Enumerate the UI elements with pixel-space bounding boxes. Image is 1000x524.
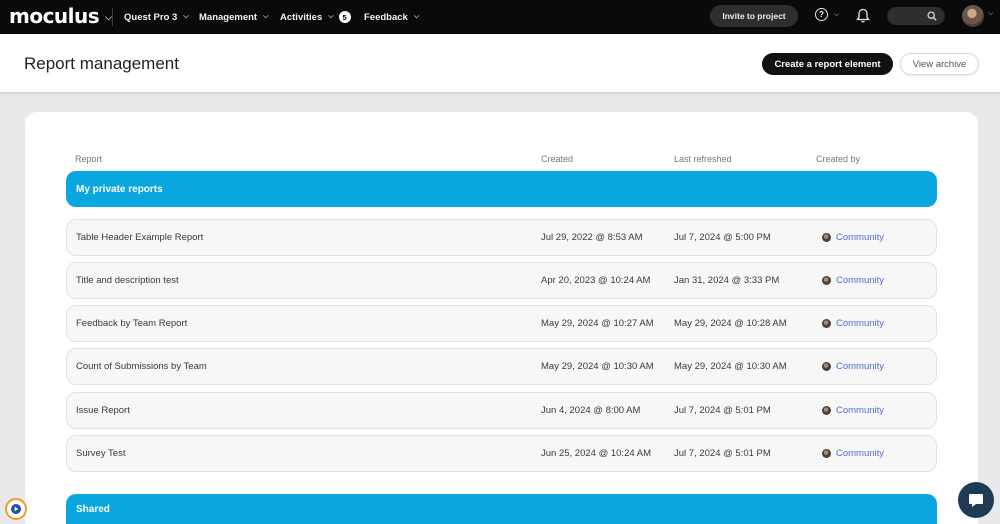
logo-text: moculus: [9, 4, 100, 28]
report-name: Table Header Example Report: [76, 232, 204, 243]
column-header-report[interactable]: Report: [75, 154, 102, 164]
app-logo[interactable]: moculus ⌵: [9, 4, 112, 28]
activities-label: Activities: [280, 11, 323, 23]
help-menu[interactable]: ? ⌵: [815, 8, 839, 21]
created-by-link[interactable]: Community: [836, 405, 884, 416]
feedback-label: Feedback: [364, 11, 408, 23]
table-row[interactable]: Feedback by Team Report May 29, 2024 @ 1…: [66, 305, 937, 342]
report-name: Title and description test: [76, 275, 179, 286]
created-date: Apr 20, 2023 @ 10:24 AM: [541, 275, 651, 286]
user-avatar: [822, 406, 831, 415]
user-avatar: [822, 319, 831, 328]
page-title: Report management: [24, 54, 179, 73]
management-label: Management: [199, 11, 258, 23]
created-by[interactable]: Community: [822, 220, 884, 255]
refreshed-date: May 29, 2024 @ 10:28 AM: [674, 318, 787, 329]
user-avatar: [822, 233, 831, 242]
created-by[interactable]: Community: [822, 436, 884, 471]
corner-app-icon[interactable]: [5, 498, 27, 520]
refreshed-date: May 29, 2024 @ 10:30 AM: [674, 361, 787, 372]
created-date: Jun 4, 2024 @ 8:00 AM: [541, 405, 641, 416]
view-archive-button[interactable]: View archive: [900, 53, 979, 75]
column-header-created[interactable]: Created: [541, 154, 573, 164]
search-icon: [927, 11, 937, 21]
refreshed-date: Jan 31, 2024 @ 3:33 PM: [674, 275, 780, 286]
report-name: Survey Test: [76, 448, 126, 459]
nav-divider: [112, 8, 113, 26]
avatar[interactable]: [962, 5, 984, 27]
created-date: Jul 29, 2022 @ 8:53 AM: [541, 232, 643, 243]
table-row[interactable]: Table Header Example Report Jul 29, 2022…: [66, 219, 937, 256]
search-input[interactable]: [887, 7, 945, 25]
group-header-private[interactable]: My private reports: [66, 171, 937, 207]
help-icon: ?: [815, 8, 828, 21]
feedback-menu[interactable]: Feedback ⌵: [364, 0, 419, 34]
refreshed-date: Jul 7, 2024 @ 5:00 PM: [674, 232, 771, 243]
user-avatar: [822, 276, 831, 285]
column-header-created-by[interactable]: Created by: [816, 154, 860, 164]
create-report-element-button[interactable]: Create a report element: [762, 53, 893, 75]
report-name: Issue Report: [76, 405, 130, 416]
report-name: Feedback by Team Report: [76, 318, 188, 329]
table-row[interactable]: Survey Test Jun 25, 2024 @ 10:24 AM Jul …: [66, 435, 937, 472]
chevron-down-icon: ⌵: [263, 13, 269, 20]
bell-icon[interactable]: [856, 8, 870, 24]
created-by[interactable]: Community: [822, 263, 884, 298]
invite-to-project-button[interactable]: Invite to project: [710, 5, 798, 27]
project-label: Quest Pro 3: [124, 11, 178, 23]
management-menu[interactable]: Management ⌵: [199, 0, 268, 34]
user-avatar: [822, 362, 831, 371]
refreshed-date: Jul 7, 2024 @ 5:01 PM: [674, 405, 771, 416]
page-header: Report management Create a report elemen…: [0, 34, 1000, 93]
top-nav: moculus ⌵ Quest Pro 3 ⌵ Management ⌵ Act…: [0, 0, 1000, 34]
table-row[interactable]: Title and description test Apr 20, 2023 …: [66, 262, 937, 299]
group-header-shared[interactable]: Shared: [66, 494, 937, 524]
created-by-link[interactable]: Community: [836, 318, 884, 329]
created-by-link[interactable]: Community: [836, 361, 884, 372]
chat-icon: [969, 494, 983, 507]
created-by-link[interactable]: Community: [836, 232, 884, 243]
created-date: May 29, 2024 @ 10:27 AM: [541, 318, 654, 329]
report-name: Count of Submissions by Team: [76, 361, 207, 372]
activities-menu[interactable]: Activities ⌵ 5: [280, 0, 351, 34]
chevron-down-icon: ⌵: [834, 10, 840, 18]
created-by-link[interactable]: Community: [836, 448, 884, 459]
play-icon: [11, 504, 21, 514]
chevron-down-icon: ⌵: [328, 13, 334, 20]
created-by[interactable]: Community: [822, 306, 884, 341]
chevron-down-icon: ⌵: [413, 13, 420, 20]
project-menu[interactable]: Quest Pro 3 ⌵: [124, 0, 189, 34]
user-avatar: [822, 449, 831, 458]
table-row[interactable]: Count of Submissions by Team May 29, 202…: [66, 348, 937, 385]
created-by-link[interactable]: Community: [836, 275, 884, 286]
table-row[interactable]: Issue Report Jun 4, 2024 @ 8:00 AM Jul 7…: [66, 392, 937, 429]
chat-button[interactable]: [958, 482, 994, 518]
refreshed-date: Jul 7, 2024 @ 5:01 PM: [674, 448, 771, 459]
chevron-down-icon: ⌵: [183, 13, 189, 20]
activities-count-badge: 5: [338, 11, 351, 23]
created-by[interactable]: Community: [822, 393, 884, 428]
created-date: Jun 25, 2024 @ 10:24 AM: [541, 448, 651, 459]
column-header-last-refreshed[interactable]: Last refreshed: [674, 154, 732, 164]
chevron-down-icon: ⌵: [105, 12, 112, 23]
created-by[interactable]: Community: [822, 349, 884, 384]
created-date: May 29, 2024 @ 10:30 AM: [541, 361, 654, 372]
chevron-down-icon: ⌵: [988, 10, 994, 17]
